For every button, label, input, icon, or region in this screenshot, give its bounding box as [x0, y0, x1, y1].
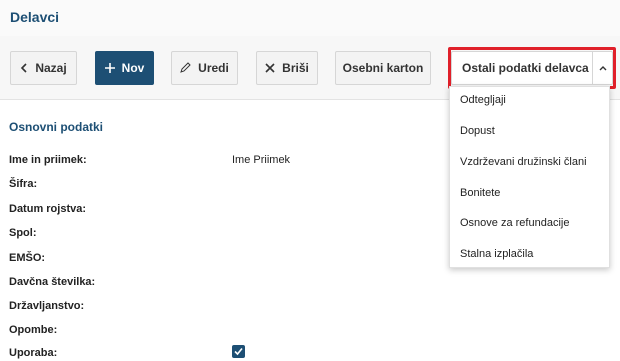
plus-icon: [104, 61, 115, 75]
pencil-icon: [180, 61, 191, 75]
field-value-name: Ime Priimek: [232, 154, 291, 166]
field-label: Opombe:: [9, 324, 58, 336]
section-title: Osnovni podatki: [9, 120, 104, 134]
other-employee-data-label: Ostali podatki delavca: [462, 61, 589, 75]
menu-item-deductions[interactable]: Odtegljaji: [460, 94, 506, 106]
back-button-label: Nazaj: [35, 61, 67, 75]
menu-item-refund-bases[interactable]: Osnove za refundacije: [460, 217, 569, 229]
page-title: Delavci: [10, 9, 60, 25]
field-label: EMŠO:: [9, 252, 46, 264]
close-icon: [265, 61, 275, 75]
edit-button-label: Uredi: [198, 61, 229, 75]
edit-button[interactable]: Uredi: [171, 51, 238, 85]
check-icon: [234, 347, 243, 356]
field-label: Davčna številka:: [9, 276, 96, 288]
delete-button[interactable]: Briši: [256, 51, 318, 85]
menu-item-leave[interactable]: Dopust: [460, 125, 495, 137]
menu-item-fixed-payments[interactable]: Stalna izplačila: [460, 248, 533, 260]
other-employee-data-button[interactable]: Ostali podatki delavca: [451, 51, 613, 85]
field-label: Državljanstvo:: [9, 300, 85, 312]
field-label: Datum rojstva:: [9, 203, 87, 215]
field-label: Spol:: [9, 227, 37, 239]
menu-item-benefits[interactable]: Bonitete: [460, 187, 500, 199]
field-label: Uporaba:: [9, 347, 58, 359]
back-button[interactable]: Nazaj: [10, 51, 77, 85]
personal-card-button-label: Osebni karton: [342, 61, 424, 75]
chevron-left-icon: [20, 61, 28, 75]
new-button-label: Nov: [121, 61, 145, 75]
other-data-dropdown-menu: Odtegljaji Dopust Vzdrževani družinski č…: [449, 86, 610, 268]
menu-item-dependents[interactable]: Vzdrževani družinski člani: [460, 156, 587, 168]
usage-checkbox[interactable]: [232, 345, 245, 358]
delete-button-label: Briši: [282, 61, 309, 75]
field-label: Šifra:: [9, 178, 38, 190]
chevron-up-icon[interactable]: [592, 52, 612, 84]
title-bar: Delavci: [0, 0, 620, 36]
new-button[interactable]: Nov: [95, 51, 154, 85]
field-label: Ime in priimek:: [9, 154, 87, 166]
personal-card-button[interactable]: Osebni karton: [335, 51, 431, 85]
